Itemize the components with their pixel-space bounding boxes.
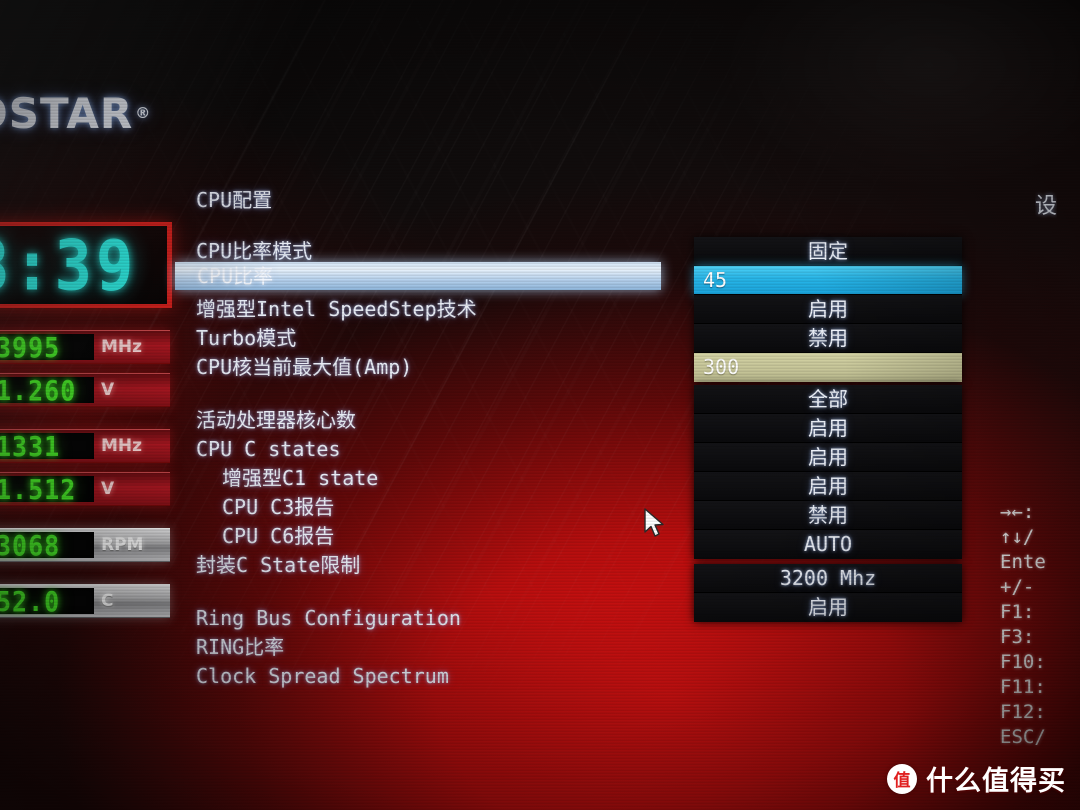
selected-row-label: CPU比率 (197, 264, 274, 288)
setting-ring-ratio[interactable]: RING比率 (196, 633, 666, 662)
gauge-fan-speed: 3068 RPM (0, 528, 170, 562)
key-legend-arrows-ud: ↑↓/ (1000, 526, 1035, 548)
value-cpu-c3-report[interactable]: 启用 (694, 472, 962, 501)
setting-turbo-mode[interactable]: Turbo模式 (196, 324, 666, 353)
system-clock: 8:39 (0, 222, 172, 308)
value-cpu-c6-report[interactable]: 禁用 (694, 501, 962, 530)
gauge-dram-frequency: 1331 MHz (0, 429, 170, 463)
setting-cpu-core-max-amp[interactable]: CPU核当前最大值(Amp) (196, 353, 666, 382)
watermark-badge-icon: 值 (887, 763, 917, 794)
selected-row-cpu-ratio[interactable]: CPU比率 (175, 262, 661, 290)
gauge-cpu-voltage: 1.260 V (0, 373, 170, 407)
value-cpu-ratio-mode[interactable]: 固定 (694, 237, 962, 266)
gauge-lcd: 52.0 (0, 585, 94, 617)
value-ring-ratio[interactable]: 3200 Mhz (694, 564, 962, 593)
gauge-unit: MHz (101, 436, 143, 456)
gauge-lcd: 3995 (0, 331, 94, 363)
value-cpu-c-states[interactable]: 启用 (694, 414, 962, 443)
gauge-temperature: 52.0 C (0, 584, 170, 618)
setting-cpu-c3-report[interactable]: CPU C3报告 (196, 493, 666, 522)
value-cpu-core-max-amp[interactable]: 300 (694, 353, 962, 382)
gauge-value: 1.512 (0, 473, 77, 505)
mouse-cursor-icon (644, 508, 664, 537)
right-panel-title: 设 (1035, 194, 1058, 219)
key-legend-f3: F3: (1000, 626, 1035, 648)
gauge-lcd: 3068 (0, 529, 94, 561)
setting-active-processor-cores[interactable]: 活动处理器核心数 (196, 406, 666, 435)
value-panel-cstates-group: 全部 启用 启用 启用 禁用 AUTO (694, 385, 962, 559)
gauge-lcd: 1331 (0, 430, 94, 462)
setting-package-c-state-limit[interactable]: 封装C State限制 (196, 551, 666, 580)
value-active-processor-cores[interactable]: 全部 (694, 385, 962, 414)
gauge-unit: V (101, 479, 115, 499)
value-intel-speedstep[interactable]: 启用 (694, 295, 962, 324)
hardware-monitor-rail: 8:39 3995 MHz 1.260 V 1331 MHz 1.512 V (0, 222, 186, 618)
section-title: CPU配置 (196, 188, 273, 212)
setting-cpu-c6-report[interactable]: CPU C6报告 (196, 522, 666, 551)
watermark-text: 什么值得买 (926, 766, 1066, 797)
key-legend-plus-minus: +/- (1000, 576, 1035, 598)
value-panel-ring-group: 3200 Mhz 启用 (694, 564, 962, 622)
gauge-unit: C (101, 591, 114, 611)
gauge-unit: V (101, 380, 115, 400)
gauge-value: 3995 (0, 331, 61, 363)
key-legend-panel: →←: ↑↓/ Ente +/- F1: F3: F10: F11: F12: … (1000, 500, 1080, 750)
value-clock-spread-spectrum[interactable]: 启用 (694, 593, 962, 622)
setting-clock-spread-spectrum[interactable]: Clock Spread Spectrum (196, 662, 666, 691)
registered-mark: ® (135, 104, 152, 122)
gauge-cpu-frequency: 3995 MHz (0, 330, 170, 364)
gauge-value: 1.260 (0, 374, 77, 406)
setting-enhanced-c1-state[interactable]: 增强型C1 state (196, 464, 666, 493)
setting-intel-speedstep[interactable]: 增强型Intel SpeedStep技术 (196, 295, 666, 324)
value-cpu-ratio[interactable]: 45 (694, 266, 962, 295)
logo-text: OSTAR (0, 88, 134, 138)
bios-screen: OSTAR® 8:39 3995 MHz 1.260 V 1331 MHz (0, 0, 1080, 810)
setting-ring-bus-configuration[interactable]: Ring Bus Configuration (196, 604, 666, 633)
clock-digits: 8:39 (0, 224, 138, 306)
gauge-lcd: 1.260 (0, 374, 94, 406)
key-legend-f10: F10: (1000, 651, 1046, 673)
gauge-lcd: 1.512 (0, 473, 94, 505)
gauge-value: 3068 (0, 529, 61, 561)
biostar-logo: OSTAR® (0, 85, 172, 141)
setting-cpu-c-states[interactable]: CPU C states (196, 435, 666, 464)
cpu-configuration-list: CPU配置 CPU比率模式 增强型Intel SpeedStep技术 Turbo… (175, 186, 666, 691)
gauge-value: 52.0 (0, 585, 61, 617)
gauge-dram-voltage: 1.512 V (0, 472, 170, 506)
key-legend-f1: F1: (1000, 601, 1035, 623)
value-turbo-mode[interactable]: 禁用 (694, 324, 962, 353)
key-legend-arrows-lr: →←: (1000, 501, 1035, 523)
value-enhanced-c1-state[interactable]: 启用 (694, 443, 962, 472)
key-legend-enter: Ente (1000, 551, 1046, 573)
gauge-unit: RPM (101, 535, 144, 555)
value-package-c-state-limit[interactable]: AUTO (694, 530, 962, 559)
value-panel-cpu-group: 固定 45 启用 禁用 300 (694, 237, 962, 382)
key-legend-f12: F12: (1000, 701, 1046, 723)
gauge-unit: MHz (101, 337, 143, 357)
key-legend-f11: F11: (1000, 676, 1046, 698)
gauge-value: 1331 (0, 430, 61, 462)
key-legend-esc: ESC/ (1000, 726, 1046, 748)
site-watermark: 值 什么值得买 (887, 759, 1066, 798)
